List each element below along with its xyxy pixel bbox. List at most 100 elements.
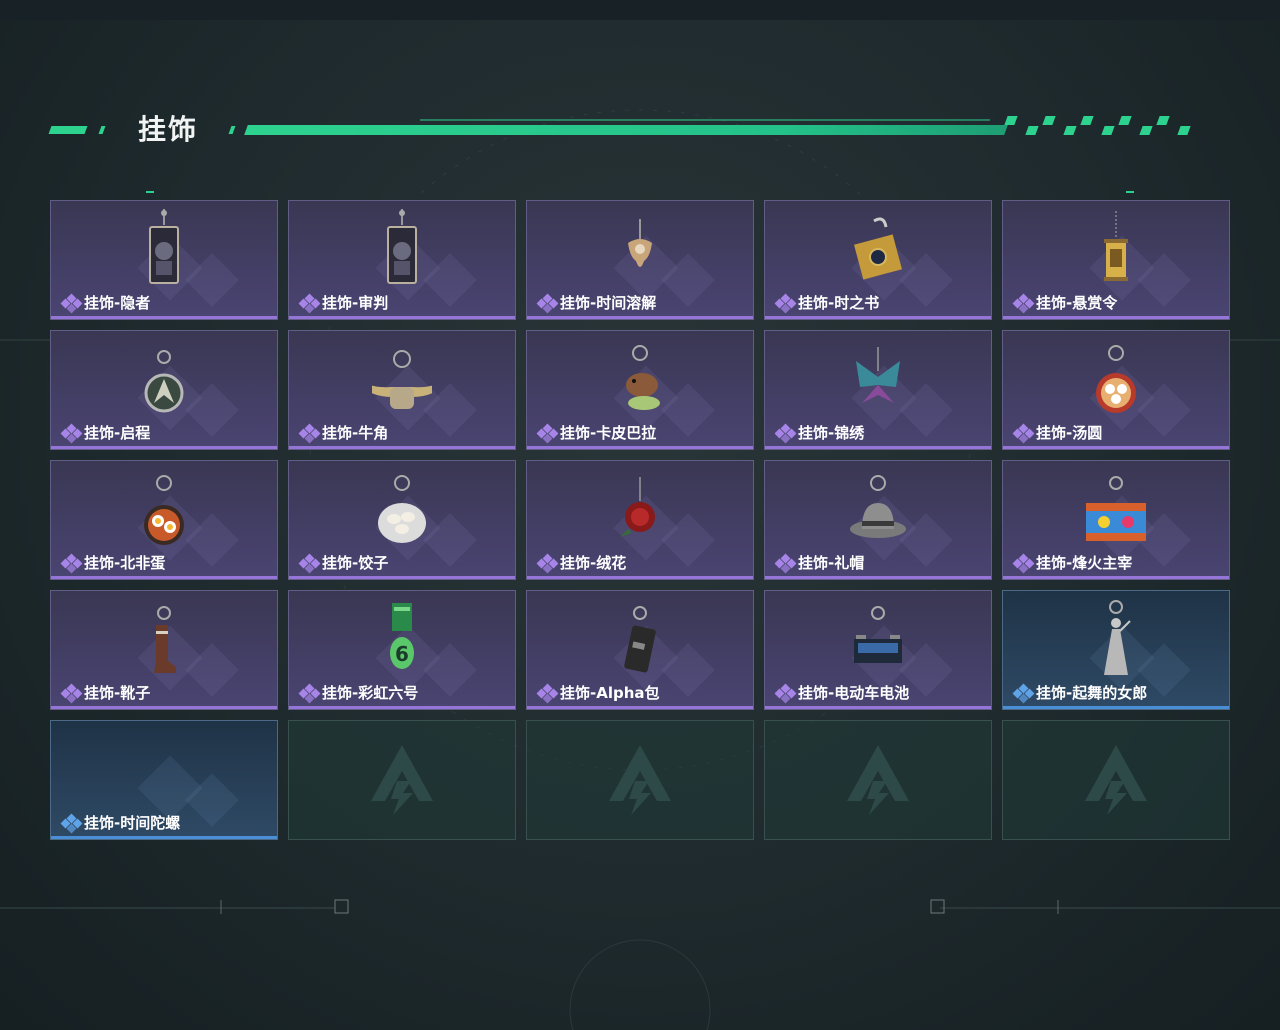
rarity-bar [765,576,991,579]
charm-card[interactable]: 挂饰-靴子 [50,590,278,710]
tarot-card-charm-icon [134,207,194,293]
charm-card[interactable]: 挂饰-绒花 [526,460,754,580]
tarot-card-charm-icon [372,207,432,293]
charm-card[interactable]: 挂饰-汤圆 [1002,330,1230,450]
empty-slot[interactable] [764,720,992,840]
rarity-bar [1003,706,1229,709]
charm-card[interactable]: 挂饰-北非蛋 [50,460,278,580]
charm-name: 挂饰-审判 [322,294,389,312]
charm-card[interactable]: 挂饰-时之书 [764,200,992,320]
checker-square [1156,116,1170,125]
checker-square [1042,116,1056,125]
checker-square [1139,126,1153,135]
rarity-bar [527,446,753,449]
charm-card[interactable]: 挂饰-烽火主宰 [1002,460,1230,580]
charm-name: 挂饰-锦绣 [798,424,865,442]
charm-card[interactable]: 挂饰-隐者 [50,200,278,320]
charm-name: 挂饰-悬赏令 [1036,294,1118,312]
rarity-bar [51,836,277,839]
charm-card[interactable]: 挂饰-启程 [50,330,278,450]
charm-name: 挂饰-彩虹六号 [322,684,419,702]
charm-card[interactable]: 挂饰-礼帽 [764,460,992,580]
charm-card[interactable]: 挂饰-卡皮巴拉 [526,330,754,450]
rarity-bar [289,316,515,319]
rarity-bar [527,576,753,579]
rarity-bar [1003,446,1229,449]
checker-square [1177,126,1191,135]
charm-name: 挂饰-汤圆 [1036,424,1103,442]
rarity-diamond-icon [774,553,797,574]
rarity-diamond-icon [298,553,321,574]
rarity-bar [289,706,515,709]
book-charm-icon [848,207,908,293]
checker-square [1118,116,1132,125]
rarity-diamond-icon [60,683,83,704]
rarity-diamond-icon [1012,423,1035,444]
charm-card[interactable]: 6 挂饰-彩虹六号 [288,590,516,710]
charm-card[interactable]: 挂饰-时间溶解 [526,200,754,320]
egg-pan-charm-icon [134,467,194,553]
charm-name: 挂饰-绒花 [560,554,627,572]
rarity-bar [1003,576,1229,579]
checker-square [1101,126,1115,135]
charm-card[interactable]: 挂饰-牛角 [288,330,516,450]
rarity-diamond-icon [536,683,559,704]
charm-name: 挂饰-牛角 [322,424,389,442]
rarity-diamond-icon [60,553,83,574]
charm-name: 挂饰-时间溶解 [560,294,657,312]
rarity-bar [527,706,753,709]
rarity-diamond-icon [774,423,797,444]
rarity-bar [289,446,515,449]
dumpling-plate-charm-icon [372,467,432,553]
checker-square [1025,126,1039,135]
rarity-bar [765,446,991,449]
grid-corner-tick [146,191,154,193]
empty-slot[interactable] [526,720,754,840]
empty-slot[interactable] [1002,720,1230,840]
rose-charm-icon [610,467,670,553]
rarity-diamond-icon [774,683,797,704]
checker-square [1080,116,1094,125]
charm-card[interactable]: 挂饰-审判 [288,200,516,320]
spinning-top-charm-icon [134,727,194,813]
charm-name: 挂饰-礼帽 [798,554,865,572]
empty-slot[interactable] [288,720,516,840]
empty-slot-logo-icon [843,741,913,817]
charm-card[interactable]: 挂饰-起舞的女郎 [1002,590,1230,710]
charm-card[interactable]: 挂饰-悬赏令 [1002,200,1230,320]
horns-charm-icon [352,337,452,423]
rarity-bar [51,316,277,319]
charm-name: 挂饰-时之书 [798,294,880,312]
charm-name: 挂饰-电动车电池 [798,684,910,702]
rarity-diamond-icon [1012,683,1035,704]
section-header: 挂饰 [0,100,1280,160]
rarity-diamond-icon [536,423,559,444]
emblem-charm-icon [134,337,194,423]
charm-name: 挂饰-起舞的女郎 [1036,684,1148,702]
dancing-lady-charm-icon [1086,597,1146,683]
rarity-bar [765,316,991,319]
charm-name: 挂饰-北非蛋 [84,554,166,572]
charm-name: 挂饰-卡皮巴拉 [560,424,657,442]
charm-name: 挂饰-靴子 [84,684,151,702]
rice-ball-bowl-charm-icon [1086,337,1146,423]
checker-square [1063,126,1077,135]
rarity-diamond-icon [298,293,321,314]
rarity-bar [289,576,515,579]
rarity-diamond-icon [298,423,321,444]
rarity-bar [1003,316,1229,319]
charm-name: 挂饰-启程 [84,424,151,442]
charm-card[interactable]: 挂饰-饺子 [288,460,516,580]
charm-card[interactable]: 挂饰-锦绣 [764,330,992,450]
header-accent-slash [228,126,236,134]
container-charm-icon [1074,467,1158,553]
battery-charm-icon [848,597,908,683]
rarity-diamond-icon [60,293,83,314]
charm-card[interactable]: 挂饰-时间陀螺 [50,720,278,840]
charm-card[interactable]: 挂饰-电动车电池 [764,590,992,710]
charm-name: 挂饰-烽火主宰 [1036,554,1133,572]
rarity-diamond-icon [1012,293,1035,314]
charm-name: 挂饰-饺子 [322,554,389,572]
charm-card[interactable]: 挂饰-Alpha包 [526,590,754,710]
empty-slot-logo-icon [367,741,437,817]
